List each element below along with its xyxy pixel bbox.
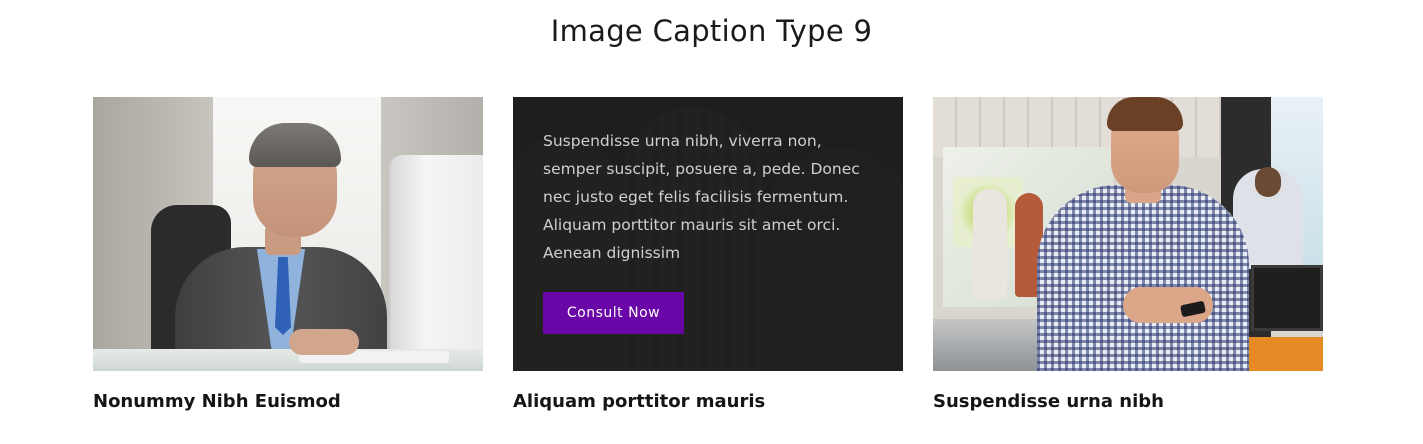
photo-person-hair	[1107, 97, 1183, 131]
photo-monitor	[1251, 265, 1323, 331]
card-1-caption[interactable]: Nonummy Nibh Euismod	[93, 391, 341, 412]
card-3-image[interactable]	[933, 97, 1323, 371]
caption-card-1: Nonummy Nibh Euismod	[93, 97, 483, 412]
photo-background-head	[1255, 167, 1281, 197]
caption-card-3: Suspendisse urna nibh	[933, 97, 1323, 412]
card-2-image[interactable]: Suspendisse urna nibh, viverra non, semp…	[513, 97, 903, 371]
overlay-description: Suspendisse urna nibh, viverra non, semp…	[543, 132, 860, 262]
section-title: Image Caption Type 9	[550, 14, 873, 48]
consult-now-button[interactable]: Consult Now	[543, 292, 684, 334]
card-1-image[interactable]	[93, 97, 483, 371]
photo-background-person	[973, 189, 1007, 299]
photo-monitor	[389, 155, 483, 355]
caption-card-2: Suspendisse urna nibh, viverra non, semp…	[513, 97, 903, 412]
photo-person-hands	[289, 329, 359, 355]
card-2-caption[interactable]: Aliquam porttitor mauris	[513, 391, 765, 412]
photo-person-checked-shirt	[1037, 185, 1249, 371]
card-3-caption[interactable]: Suspendisse urna nibh	[933, 391, 1164, 412]
